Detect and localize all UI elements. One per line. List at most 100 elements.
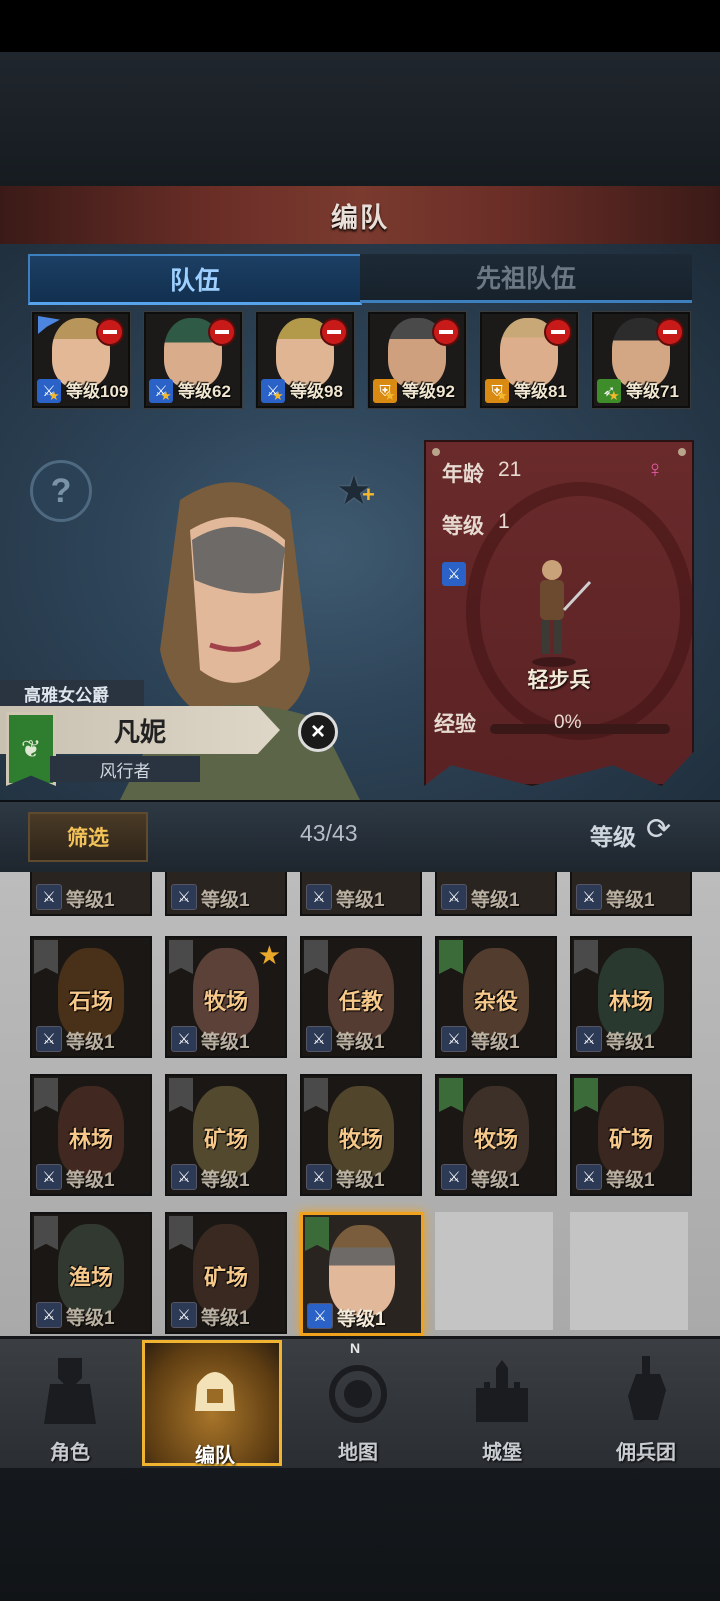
- roster-level: 等级1: [66, 1032, 115, 1053]
- roster-level: 等级1: [606, 890, 655, 911]
- roster-card[interactable]: 石场 ⚔ 等级1: [30, 936, 152, 1058]
- age-value: 21: [498, 458, 522, 481]
- nav-team[interactable]: 编队: [142, 1340, 282, 1467]
- star-icon: ★: [272, 388, 284, 403]
- mercenary-fist-icon: [628, 1356, 666, 1420]
- team-slot-5[interactable]: ⛨ ★ 等级81: [480, 312, 578, 408]
- roster-level: 等级1: [337, 1309, 386, 1330]
- roster-level: 等级1: [201, 1308, 250, 1329]
- refresh-sort-icon[interactable]: ⟳: [646, 814, 678, 846]
- sword-icon: ⚔: [441, 1026, 467, 1052]
- empty-slot: [570, 1212, 688, 1330]
- sword-icon: ⚔: [36, 884, 62, 910]
- nav-label: 角色: [50, 1442, 90, 1464]
- nav-label: 编队: [195, 1445, 235, 1467]
- hero-level: 等级71: [626, 382, 679, 401]
- roster-level: 等级1: [66, 890, 115, 911]
- roster-card[interactable]: 林场 ⚔ 等级1: [30, 1074, 152, 1196]
- roster-card-partial[interactable]: ⚔ 等级1: [435, 872, 557, 916]
- banner-tag-icon: [305, 1217, 329, 1251]
- status-bar-area: [0, 0, 720, 52]
- nav-mercenary[interactable]: 佣兵团: [576, 1340, 716, 1466]
- roster-card[interactable]: 任教 ⚔ 等级1: [300, 936, 422, 1058]
- exp-value: 0%: [554, 712, 582, 733]
- sword-icon: ⚔: [576, 1164, 602, 1190]
- roster-card[interactable]: ★ 牧场 ⚔ 等级1: [165, 936, 287, 1058]
- team-slot-6[interactable]: ➶ ★ 等级71: [592, 312, 690, 408]
- question-icon: ?: [50, 471, 72, 510]
- help-button[interactable]: ?: [30, 460, 92, 522]
- remove-icon[interactable]: [432, 318, 460, 346]
- roster-job: 任教: [338, 989, 383, 1014]
- star-icon: ★: [257, 940, 281, 970]
- sword-icon: ⚔: [306, 1026, 332, 1052]
- age-label: 年龄: [442, 463, 484, 486]
- team-slot-1[interactable]: ⚔ ★ 等级109: [32, 312, 130, 408]
- sword-icon: ⚔: [441, 1164, 467, 1190]
- star-icon: ★: [384, 388, 396, 403]
- roster-card[interactable]: 矿场 ⚔ 等级1: [165, 1212, 287, 1334]
- filter-button[interactable]: 筛选: [28, 812, 148, 862]
- roster-level: 等级1: [201, 1170, 250, 1191]
- team-slot-4[interactable]: ⛨ ★ 等级92: [368, 312, 466, 408]
- banner-icon: ❦: [6, 712, 56, 786]
- roster-card-partial[interactable]: ⚔ 等级1: [570, 872, 692, 916]
- roster-card-partial[interactable]: ⚔ 等级1: [30, 872, 152, 916]
- roster-card[interactable]: 牧场 ⚔ 等级1: [300, 1074, 422, 1196]
- close-icon: ×: [310, 718, 325, 745]
- roster-card[interactable]: 矿场 ⚔ 等级1: [570, 1074, 692, 1196]
- roster-level: 等级1: [66, 1170, 115, 1191]
- roster-job: 杂役: [473, 989, 518, 1014]
- compass-north-letter: N: [350, 1340, 361, 1356]
- roster-level: 等级1: [471, 1032, 520, 1053]
- team-slot-3[interactable]: ⚔ ★ 等级98: [256, 312, 354, 408]
- class-name: 轻步兵: [527, 669, 591, 692]
- castle-icon: [476, 1360, 528, 1422]
- remove-icon[interactable]: [656, 318, 684, 346]
- hero-level: 等级109: [66, 382, 129, 401]
- remove-icon[interactable]: [320, 318, 348, 346]
- tab-ancestor-team[interactable]: 先祖队伍: [360, 254, 692, 303]
- roster-card[interactable]: 渔场 ⚔ 等级1: [30, 1212, 152, 1334]
- close-button[interactable]: ×: [298, 712, 338, 752]
- sword-icon: ⚔: [306, 1164, 332, 1190]
- sword-icon: ⚔: [171, 1164, 197, 1190]
- knight-icon: [44, 1358, 96, 1424]
- tab-team[interactable]: 队伍: [28, 254, 362, 305]
- remove-icon[interactable]: [96, 318, 124, 346]
- remove-icon[interactable]: [208, 318, 236, 346]
- nav-map[interactable]: N 地图: [288, 1340, 428, 1466]
- nav-label: 佣兵团: [616, 1442, 676, 1464]
- roster-grid: ⚔ 等级1 ⚔ 等级1 ⚔ 等级1 ⚔ 等级1 ⚔ 等级1 石场 ⚔ 等级1 ★ 牧场 ⚔ 等级1 …: [0, 872, 720, 1336]
- sword-icon: ⚔: [171, 1302, 197, 1328]
- sword-icon: ⚔: [307, 1303, 333, 1329]
- roster-card-selected[interactable]: ⚔ 等级1: [300, 1212, 424, 1336]
- sword-icon: ⚔: [442, 562, 466, 586]
- roster-level: 等级1: [336, 890, 385, 911]
- nav-label: 地图: [338, 1442, 378, 1464]
- nav-character[interactable]: 角色: [0, 1340, 140, 1466]
- team-slot-2[interactable]: ⚔ ★ 等级62: [144, 312, 242, 408]
- roster-card-partial[interactable]: ⚔ 等级1: [300, 872, 422, 916]
- sword-icon: ⚔: [441, 884, 467, 910]
- sword-icon: ⚔: [36, 1302, 62, 1328]
- character-subtitle: 风行者: [50, 756, 200, 782]
- roster-card[interactable]: 林场 ⚔ 等级1: [570, 936, 692, 1058]
- nav-castle[interactable]: 城堡: [432, 1340, 572, 1466]
- roster-job: 林场: [608, 989, 653, 1014]
- roster-job: 林场: [68, 1127, 113, 1152]
- roster-card[interactable]: 牧场 ⚔ 等级1: [435, 1074, 557, 1196]
- sword-icon: ⚔: [576, 884, 602, 910]
- roster-card[interactable]: 矿场 ⚔ 等级1: [165, 1074, 287, 1196]
- female-icon: ♀: [646, 456, 664, 483]
- sort-button[interactable]: 等级: [590, 818, 636, 852]
- hero-level: 等级62: [178, 382, 231, 401]
- roster-card[interactable]: 杂役 ⚔ 等级1: [435, 936, 557, 1058]
- star-icon: ★: [48, 388, 60, 403]
- header-banner: 编队: [0, 186, 720, 247]
- class-soldier-figure: [532, 560, 592, 667]
- roster-level: 等级1: [606, 1032, 655, 1053]
- roster-card-partial[interactable]: ⚔ 等级1: [165, 872, 287, 916]
- hero-level: 等级98: [290, 382, 343, 401]
- remove-icon[interactable]: [544, 318, 572, 346]
